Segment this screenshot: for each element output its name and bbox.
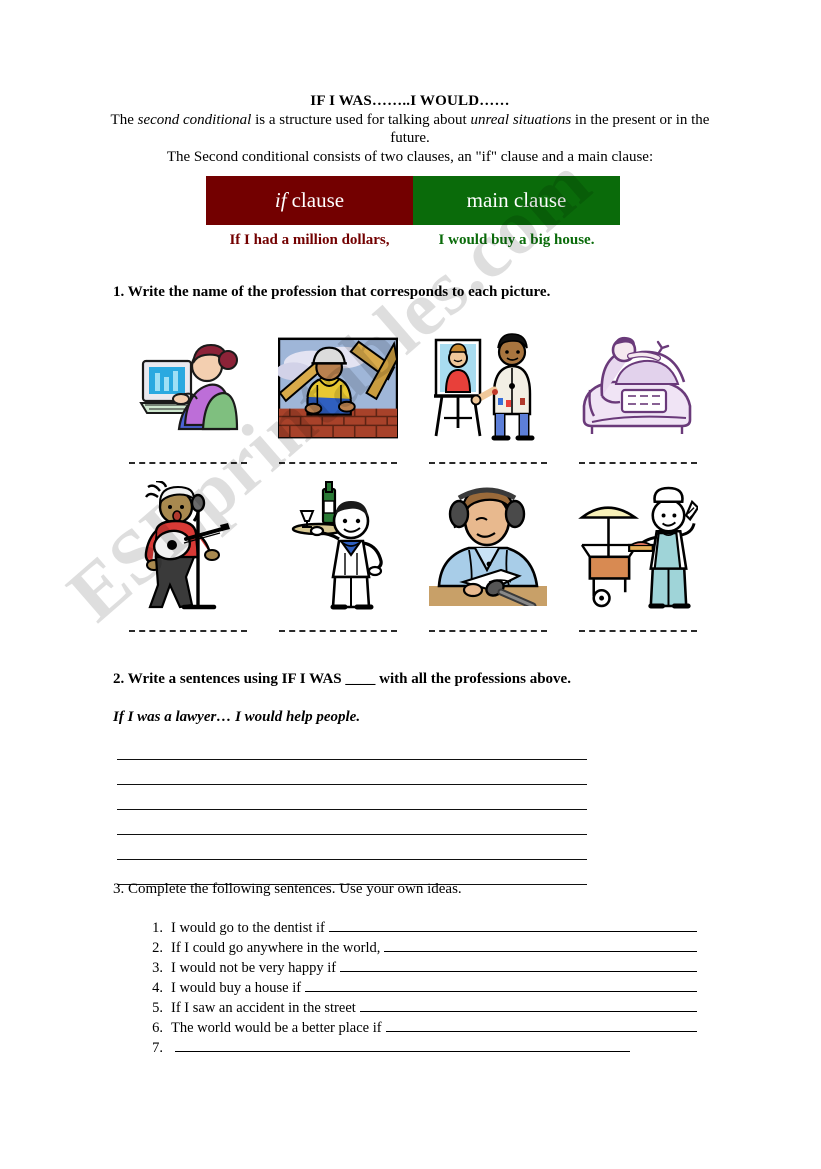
item-number: 7. bbox=[152, 1040, 163, 1056]
answer-line-cell[interactable] bbox=[263, 630, 413, 632]
worksheet-page: IF I WAS……..I WOULD…… The second conditi… bbox=[0, 0, 821, 1169]
item-text: I would go to the dentist if bbox=[171, 920, 325, 936]
answer-blank[interactable] bbox=[279, 462, 397, 464]
item-blank[interactable] bbox=[385, 1018, 697, 1032]
exercise-2-heading: 2. Write a sentences using IF I WAS ____… bbox=[113, 671, 571, 687]
picture-cell bbox=[263, 328, 413, 448]
answer-blank[interactable] bbox=[279, 630, 397, 632]
intro-text-1: The bbox=[110, 111, 138, 128]
answer-blank[interactable] bbox=[429, 462, 547, 464]
list-item: 3. I would not be very happy if bbox=[137, 958, 697, 978]
item-blank[interactable] bbox=[384, 938, 697, 952]
exercise-3-heading: 3. Complete the following sentences. Use… bbox=[113, 881, 462, 897]
answer-line-cell[interactable] bbox=[413, 630, 563, 632]
list-item: 7. bbox=[137, 1038, 697, 1058]
if-clause-box: if clause bbox=[206, 176, 413, 225]
main-clause-example: I would buy a big house. bbox=[438, 232, 595, 248]
waiter-with-tray-icon bbox=[278, 480, 398, 612]
answer-line-cell[interactable] bbox=[563, 462, 713, 464]
item-number: 6. bbox=[152, 1020, 163, 1036]
writing-line[interactable] bbox=[117, 735, 587, 760]
construction-worker-icon bbox=[278, 328, 398, 448]
list-item: 4. I would buy a house if bbox=[137, 978, 697, 998]
main-clause-box: main clause bbox=[413, 176, 620, 225]
answer-line-cell[interactable] bbox=[263, 462, 413, 464]
picture-cell bbox=[563, 328, 713, 448]
item-text: I would not be very happy if bbox=[171, 960, 337, 976]
picture-cell bbox=[263, 480, 413, 612]
page-title: IF I WAS……..I WOULD…… bbox=[310, 93, 510, 109]
car-mechanic-icon bbox=[578, 328, 698, 448]
intro-text-2: is a structure used for talking about bbox=[251, 111, 471, 128]
answer-blank[interactable] bbox=[429, 630, 547, 632]
if-clause-emphasis: if bbox=[274, 188, 287, 212]
item-text: The world would be a better place if bbox=[171, 1020, 382, 1036]
singer-guitarist-icon bbox=[128, 480, 248, 612]
picture-cell bbox=[413, 480, 563, 612]
secretary-at-computer-icon bbox=[128, 328, 248, 448]
painter-artist-icon bbox=[428, 328, 548, 448]
answer-blank[interactable] bbox=[129, 630, 247, 632]
answer-line-cell[interactable] bbox=[563, 630, 713, 632]
writing-line[interactable] bbox=[117, 785, 587, 810]
item-number: 3. bbox=[152, 960, 163, 976]
answer-line-cell[interactable] bbox=[413, 462, 563, 464]
answer-line-cell[interactable] bbox=[113, 462, 263, 464]
if-clause-example: If I had a million dollars, bbox=[229, 232, 390, 248]
item-blank[interactable] bbox=[340, 958, 697, 972]
item-number: 5. bbox=[152, 1000, 163, 1016]
picture-cell bbox=[113, 328, 263, 448]
item-blank[interactable] bbox=[359, 998, 697, 1012]
writing-line[interactable] bbox=[117, 760, 587, 785]
radio-announcer-icon bbox=[428, 480, 548, 612]
street-food-cook-icon bbox=[578, 480, 698, 612]
item-number: 2. bbox=[152, 940, 163, 956]
item-text: If I saw an accident in the street bbox=[171, 1000, 356, 1016]
clause-examples: If I had a million dollars, I would buy … bbox=[206, 232, 620, 249]
list-item: 1. I would go to the dentist if bbox=[137, 918, 697, 938]
intro-emphasis-2: unreal situations bbox=[470, 111, 572, 128]
picture-cell bbox=[413, 328, 563, 448]
picture-row-2 bbox=[113, 480, 713, 612]
exercise-3-list: 1. I would go to the dentist if 2. If I … bbox=[137, 918, 697, 1058]
intro-paragraph: The second conditional is a structure us… bbox=[110, 111, 710, 148]
clause-table: if clause main clause bbox=[206, 176, 620, 225]
item-number: 4. bbox=[152, 980, 163, 996]
writing-line[interactable] bbox=[117, 835, 587, 860]
exercise-1-heading: 1. Write the name of the profession that… bbox=[113, 284, 551, 300]
picture-cell bbox=[563, 480, 713, 612]
item-number: 1. bbox=[152, 920, 163, 936]
answer-line-cell[interactable] bbox=[113, 630, 263, 632]
answer-blank[interactable] bbox=[129, 462, 247, 464]
picture-row-1 bbox=[113, 328, 713, 448]
exercise-2-writing-lines bbox=[117, 735, 587, 885]
answer-line-row-2 bbox=[113, 630, 713, 632]
writing-line[interactable] bbox=[117, 810, 587, 835]
answer-line-row-1 bbox=[113, 462, 713, 464]
intro-emphasis-1: second conditional bbox=[137, 111, 252, 128]
if-clause-label: clause bbox=[291, 188, 345, 212]
answer-blank[interactable] bbox=[579, 462, 697, 464]
item-blank[interactable] bbox=[305, 978, 697, 992]
list-item: 6. The world would be a better place if bbox=[137, 1018, 697, 1038]
list-item: 2. If I could go anywhere in the world, bbox=[137, 938, 697, 958]
header-block: IF I WAS……..I WOULD…… The second conditi… bbox=[110, 92, 710, 166]
list-item: 5. If I saw an accident in the street bbox=[137, 998, 697, 1018]
picture-cell bbox=[113, 480, 263, 612]
intro-paragraph-2: The Second conditional consists of two c… bbox=[166, 148, 654, 165]
item-text: I would buy a house if bbox=[171, 980, 302, 996]
item-text: If I could go anywhere in the world, bbox=[171, 940, 381, 956]
item-blank[interactable] bbox=[328, 918, 697, 932]
exercise-2-example: If I was a lawyer… I would help people. bbox=[113, 709, 361, 725]
item-blank[interactable] bbox=[175, 1038, 630, 1052]
main-clause-label: main clause bbox=[466, 188, 567, 212]
answer-blank[interactable] bbox=[579, 630, 697, 632]
